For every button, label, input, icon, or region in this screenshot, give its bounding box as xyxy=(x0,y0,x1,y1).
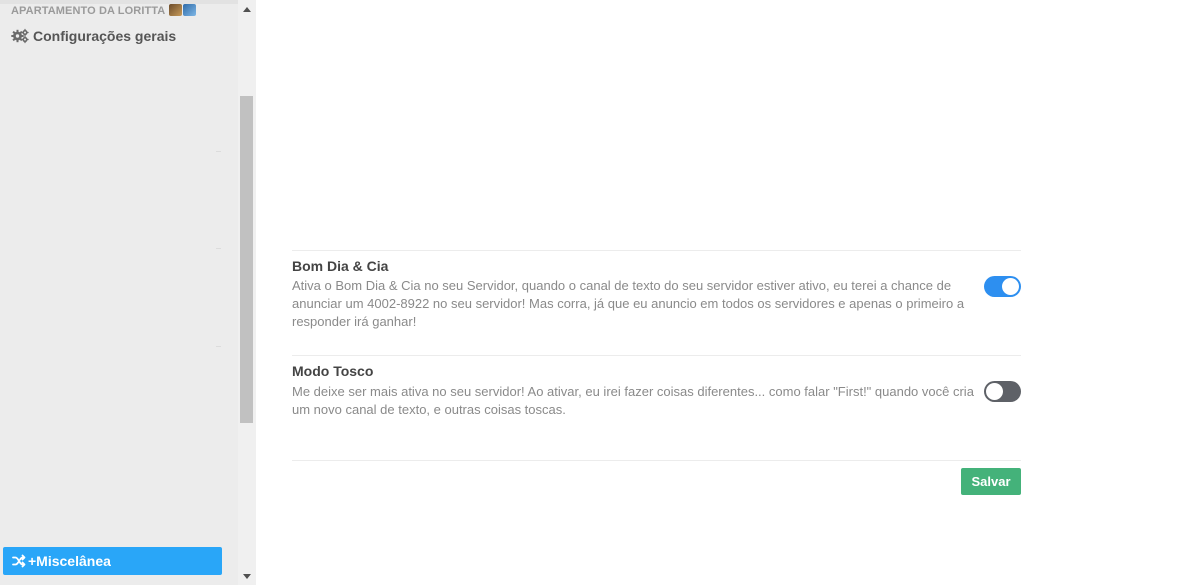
shuffle-icon xyxy=(12,554,26,568)
setting-description-bom-dia-cia: Ativa o Bom Dia & Cia no seu Servidor, q… xyxy=(292,278,965,329)
server-name: APARTAMENTO DA LORITTA xyxy=(11,4,197,18)
main-content: Bom Dia & Cia Ativa o Bom Dia & Cia no s… xyxy=(256,0,1194,585)
server-emoji-icon xyxy=(183,4,197,16)
sidebar-scrollbar[interactable] xyxy=(238,0,256,585)
server-name-label: APARTAMENTO DA LORITTA xyxy=(11,5,165,17)
sidebar: APARTAMENTO DA LORITTA Configurações ger… xyxy=(0,0,256,585)
scroll-down-arrow-icon[interactable] xyxy=(238,567,256,585)
sidebar-item-label: Configurações gerais xyxy=(33,28,177,44)
divider xyxy=(216,248,221,249)
bom-dia-cia-toggle[interactable] xyxy=(984,276,1021,297)
divider xyxy=(292,460,1021,461)
setting-description-modo-tosco: Me deixe ser mais ativa no seu servidor!… xyxy=(292,384,974,417)
toggle-knob xyxy=(1002,278,1019,295)
setting-title-bom-dia-cia: Bom Dia & Cia xyxy=(292,258,389,274)
scrollbar-thumb[interactable] xyxy=(240,96,253,423)
modo-tosco-toggle[interactable] xyxy=(984,381,1021,402)
sidebar-item-miscellaneous[interactable]: +Miscelânea xyxy=(3,547,222,575)
toggle-knob xyxy=(986,383,1003,400)
sidebar-item-label: +Miscelânea xyxy=(28,553,111,569)
server-emoji-icon xyxy=(169,4,183,16)
divider xyxy=(216,151,221,152)
gears-icon xyxy=(11,28,29,44)
scroll-up-arrow-icon[interactable] xyxy=(238,0,256,18)
sidebar-item-general-settings[interactable]: Configurações gerais xyxy=(11,28,176,44)
sidebar-scroll-area: APARTAMENTO DA LORITTA Configurações ger… xyxy=(0,0,238,585)
save-button[interactable]: Salvar xyxy=(961,468,1021,495)
divider xyxy=(216,346,221,347)
divider xyxy=(292,250,1021,251)
setting-title-modo-tosco: Modo Tosco xyxy=(292,363,374,379)
app-window: APARTAMENTO DA LORITTA Configurações ger… xyxy=(0,0,1194,585)
divider xyxy=(292,355,1021,356)
